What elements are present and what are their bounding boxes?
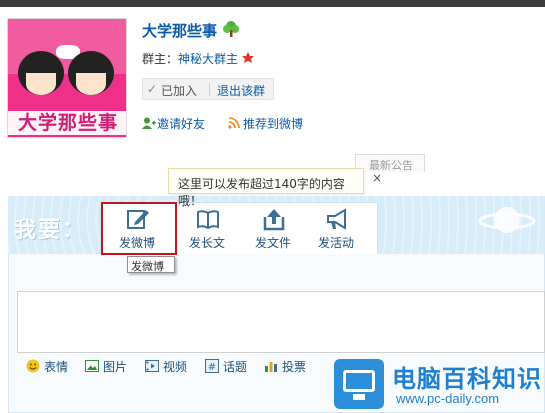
monitor-logo-icon [334,359,384,409]
composer-heading: 我要： [14,218,87,243]
top-strip [0,0,545,7]
quit-group-link[interactable]: 退出该群 [217,82,265,99]
join-status-box: ✓ 已加入 退出该群 [142,78,274,100]
topic-icon: # [205,359,219,373]
toolbar-topic-label: 话题 [223,360,248,374]
svg-text:#: # [208,362,216,373]
highlight-box [101,202,177,255]
post-textarea[interactable] [17,291,545,353]
tree-icon [223,21,239,37]
tab-upload-file[interactable]: 发文件 [240,203,306,255]
planet-decoration-icon [478,207,536,233]
close-icon[interactable]: × [372,171,382,185]
hover-tooltip-text: 发微博 [131,260,164,273]
emoji-icon [26,359,40,373]
recommend-to-weibo-link[interactable]: 推荐到微博 [243,115,303,132]
tab-post-event[interactable]: 发活动 [303,203,369,255]
group-title[interactable]: 大学那些事 [142,20,217,41]
tab-long-article-label: 发长文 [188,236,225,250]
tab-long-article[interactable]: 发长文 [174,203,240,255]
rss-icon [228,117,240,129]
megaphone-icon [327,208,346,230]
group-avatar[interactable]: 大学那些事 [7,18,127,138]
tab-post-event-label: 发活动 [317,236,354,250]
notice-tooltip: 这里可以发布超过140字的内容哦！ [168,168,364,208]
image-icon [85,360,99,372]
book-icon [197,210,219,230]
avatar-text: 大学那些事 [8,111,126,135]
toolbar-image-label: 图片 [103,360,128,374]
invite-friend-icon [142,117,156,129]
video-icon [145,360,159,372]
vote-icon [265,362,277,372]
invite-friends-link[interactable]: 邀请好友 [157,115,205,132]
tab-upload-file-label: 发文件 [254,236,291,250]
owner-label: 群主： [142,52,179,66]
owner-name-link[interactable]: 神秘大群主 [178,50,238,67]
upload-icon [263,209,285,231]
crown-icon [242,52,254,63]
toolbar-emoji-label: 表情 [44,360,69,374]
hover-tooltip: 发微博 [127,256,175,273]
joined-label: 已加入 [161,84,198,98]
watermark-url: www.pc-daily.com [396,391,500,406]
toolbar-video-label: 视频 [163,360,188,374]
check-icon: ✓ [147,82,158,96]
site-watermark: 电脑百科知识 www.pc-daily.com [330,355,545,413]
toolbar-vote-label: 投票 [282,360,307,374]
watermark-title: 电脑百科知识 [392,365,542,393]
